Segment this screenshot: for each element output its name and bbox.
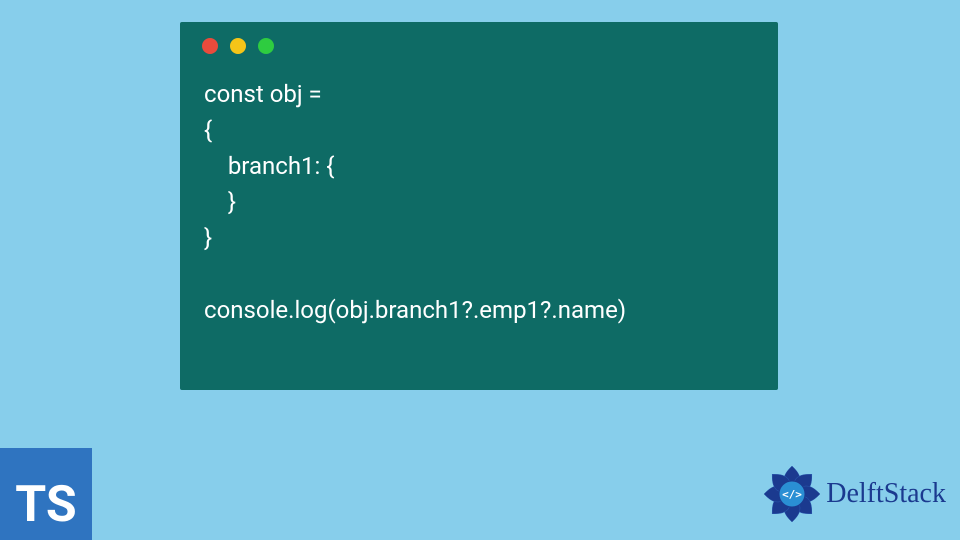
typescript-badge-text: TS [15,476,76,534]
code-line: } [204,224,212,252]
code-window: const obj = { branch1: { } } console.log… [180,22,778,390]
delftstack-logo: </> DelftStack [760,462,946,526]
delftstack-text: DelftStack [826,478,946,510]
svg-text:</>: </> [782,488,802,501]
code-content: const obj = { branch1: { } } console.log… [180,54,778,328]
close-icon [202,38,218,54]
typescript-badge: TS [0,448,92,540]
code-line: branch1: { [204,152,334,180]
code-line: const obj = [204,80,322,108]
code-line: { [204,116,212,144]
code-line: } [204,188,236,216]
code-line: console.log(obj.branch1?.emp1?.name) [204,296,626,324]
maximize-icon [258,38,274,54]
minimize-icon [230,38,246,54]
window-controls [180,22,778,54]
delftstack-icon: </> [760,462,824,526]
